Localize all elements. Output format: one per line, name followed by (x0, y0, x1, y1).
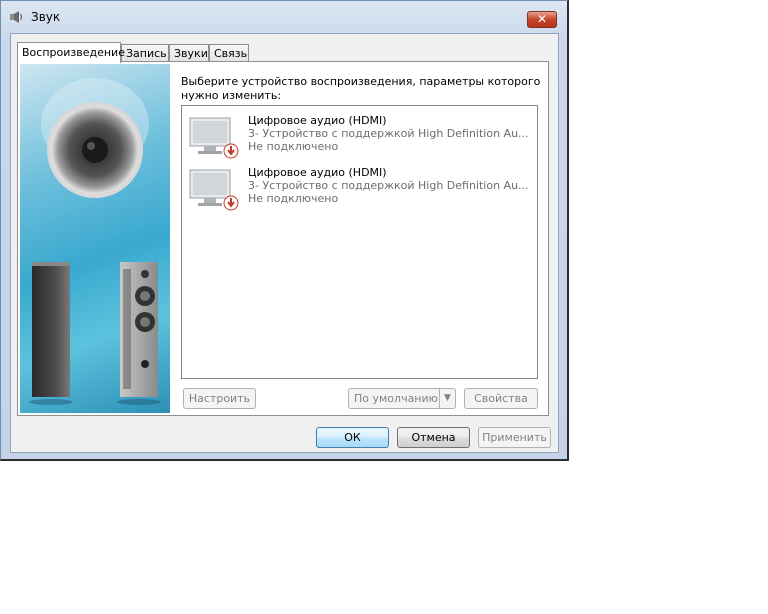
tab-label: Связь (214, 47, 248, 60)
window-title: Звук (31, 10, 61, 24)
apply-button-label: Применить (482, 431, 547, 444)
tab-playback[interactable]: Воспроизведение (17, 42, 125, 63)
speaker-icon (10, 11, 22, 23)
device-status: Не подключено (248, 192, 339, 205)
instructions-text: Выберите устройство воспроизведения, пар… (181, 75, 541, 102)
cancel-button-label: Отмена (411, 431, 456, 444)
properties-button-label: Свойства (474, 392, 528, 405)
playback-device-list[interactable]: Цифровое аудио (HDMI) 3- Устройство с по… (181, 105, 538, 379)
close-button[interactable]: ✕ (527, 11, 557, 28)
monitor-disconnected-icon (189, 169, 239, 211)
tab-label: Запись (126, 47, 167, 60)
set-default-split-button[interactable]: По умолчанию ▼ (348, 388, 456, 409)
tab-label: Звуки (174, 47, 208, 60)
title-bar[interactable]: Звук ✕ (1, 1, 567, 33)
dropdown-arrow-icon[interactable]: ▼ (439, 389, 455, 408)
apply-button[interactable]: Применить (478, 427, 551, 448)
dialog-client-area: Воспроизведение Запись Звуки Связь Выбер… (10, 33, 559, 453)
ok-button-label: ОК (344, 431, 361, 444)
tab-recording[interactable]: Запись (121, 44, 169, 62)
playback-panel: Выберите устройство воспроизведения, пар… (17, 61, 549, 416)
tab-sounds[interactable]: Звуки (169, 44, 209, 62)
device-list-item[interactable]: Цифровое аудио (HDMI) 3- Устройство с по… (186, 110, 531, 160)
close-icon: ✕ (536, 12, 548, 26)
speaker-artwork (29, 78, 161, 405)
tab-label: Воспроизведение (22, 46, 125, 59)
properties-button[interactable]: Свойства (464, 388, 538, 409)
device-status: Не подключено (248, 140, 339, 153)
device-name: Цифровое аудио (HDMI) (248, 114, 387, 127)
sound-dialog-window: Звук ✕ Воспроизведение Запись Звуки Связ… (0, 0, 569, 461)
cancel-button[interactable]: Отмена (397, 427, 470, 448)
device-name: Цифровое аудио (HDMI) (248, 166, 387, 179)
ok-button[interactable]: ОК (316, 427, 389, 448)
tab-communications[interactable]: Связь (209, 44, 249, 62)
configure-button[interactable]: Настроить (183, 388, 256, 409)
device-list-item[interactable]: Цифровое аудио (HDMI) 3- Устройство с по… (186, 162, 531, 212)
device-description: 3- Устройство с поддержкой High Definiti… (248, 127, 529, 140)
set-default-button-label: По умолчанию (354, 392, 438, 405)
device-description: 3- Устройство с поддержкой High Definiti… (248, 179, 529, 192)
speakers-illustration (20, 64, 170, 413)
monitor-disconnected-icon (189, 117, 239, 159)
configure-button-label: Настроить (188, 392, 251, 405)
